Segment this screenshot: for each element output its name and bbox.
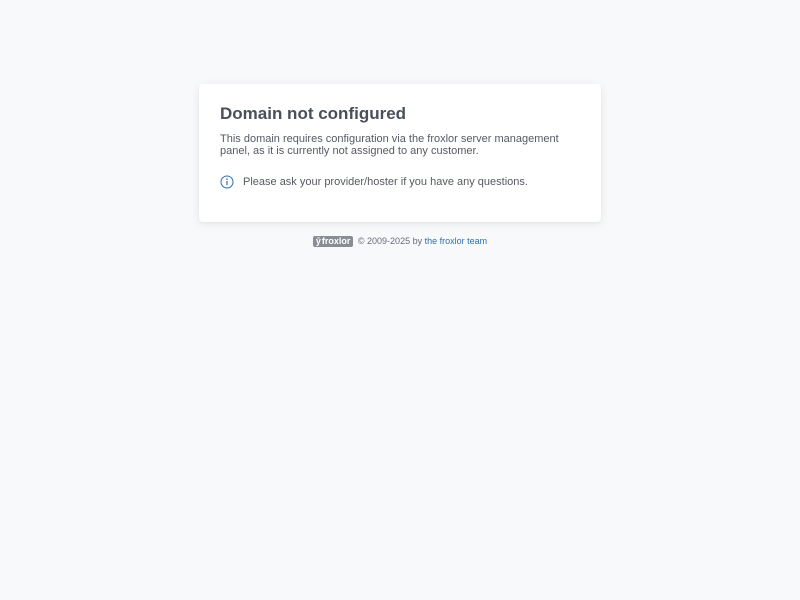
message-card: Domain not configured This domain requir…: [199, 84, 601, 222]
description-text: This domain requires configuration via t…: [220, 133, 559, 157]
logo-text: froxlor: [321, 236, 351, 247]
copyright-text: © 2009-2025 by: [357, 236, 423, 246]
info-circle-icon: [220, 175, 234, 189]
info-text: Please ask your provider/hoster if you h…: [243, 176, 528, 188]
froxlor-team-link[interactable]: the froxlor team: [425, 236, 488, 246]
footer: ȳfroxlor © 2009-2025 by the froxlor team: [0, 235, 800, 248]
froxlor-logo: ȳfroxlor: [312, 236, 354, 248]
info-row: Please ask your provider/hoster if you h…: [220, 174, 580, 190]
page-title: Domain not configured: [220, 104, 407, 123]
